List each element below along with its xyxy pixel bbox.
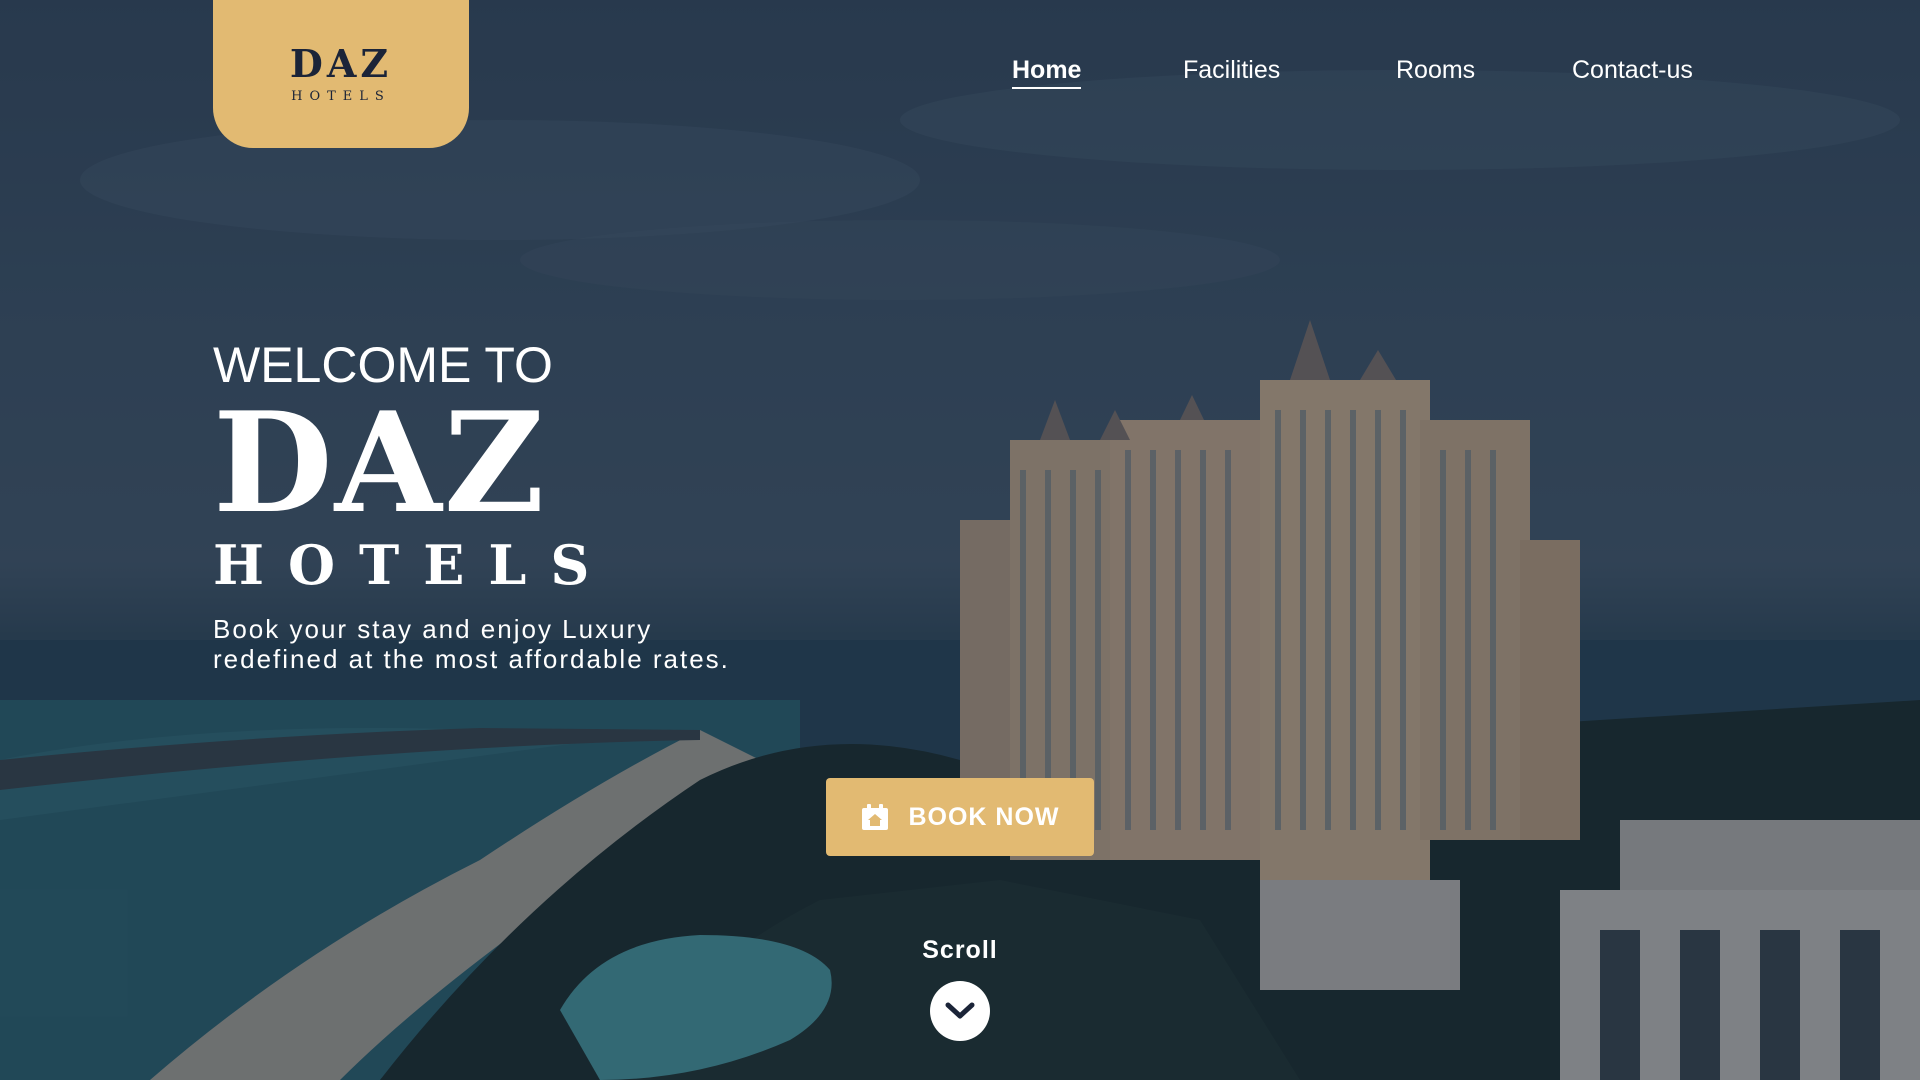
hero-tagline-line-1: Book your stay and enjoy Luxury xyxy=(213,614,653,644)
scroll-label: Scroll xyxy=(922,936,998,964)
landing-page: DAZ HOTELS Home Facilities Rooms Contact… xyxy=(0,0,1920,1080)
nav-item-rooms[interactable]: Rooms xyxy=(1396,56,1475,85)
bottom-edge xyxy=(0,1080,1920,1086)
hero-text-block: WELCOME TO DAZ HOTELS Book your stay and… xyxy=(213,340,833,674)
book-now-label: BOOK NOW xyxy=(908,802,1060,831)
hero-tagline: Book your stay and enjoy Luxury redefine… xyxy=(213,614,833,674)
chevron-down-icon xyxy=(945,1002,975,1019)
book-now-button[interactable]: BOOK NOW xyxy=(826,778,1094,856)
nav-item-contact-us[interactable]: Contact-us xyxy=(1572,56,1693,85)
nav-item-home[interactable]: Home xyxy=(1012,56,1082,89)
nav-item-facilities[interactable]: Facilities xyxy=(1183,56,1280,85)
hero-brand-subtitle: HOTELS xyxy=(213,533,614,597)
scroll-down-button[interactable] xyxy=(930,981,990,1041)
calendar-icon xyxy=(862,804,889,830)
main-nav: Home Facilities Rooms Contact-us xyxy=(0,56,1920,96)
hero-brand-title: DAZ xyxy=(213,381,547,544)
hero-tagline-line-2: redefined at the most affordable rates. xyxy=(213,644,730,674)
